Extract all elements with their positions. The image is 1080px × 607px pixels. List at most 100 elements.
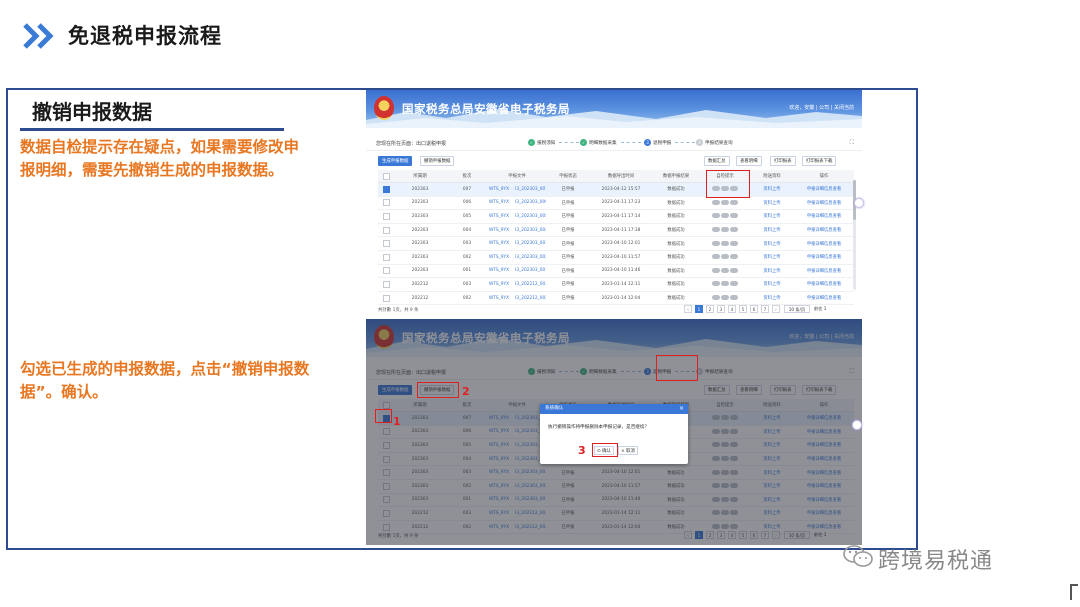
file-code[interactable]: I3_202212_003 [515, 282, 546, 287]
table-row[interactable]: 202212003WTS_9YX I3_202212_003已申报2023-01-… [378, 277, 854, 292]
row-checkbox[interactable] [382, 294, 390, 302]
table-cell: 已申报 [546, 209, 590, 224]
file-code[interactable]: I3_202303_006 [515, 200, 546, 205]
table-cell[interactable]: 申报详细信息查看 [794, 277, 854, 292]
summary-button[interactable]: 数据汇总 [704, 156, 730, 166]
section-underline [20, 128, 284, 131]
table-cell[interactable]: 申报详细信息查看 [794, 209, 854, 224]
row-checkbox[interactable] [382, 280, 390, 288]
table-row[interactable]: 202303007WTS_9YX I3_202303_007已申报2023-04-… [378, 182, 854, 197]
table-cell[interactable]: 申报详细信息查看 [794, 250, 854, 265]
table-cell[interactable]: 资料上传 [750, 182, 794, 197]
file-cell[interactable]: WTS_9YX I3_202303_003 [488, 236, 546, 251]
table-cell[interactable]: 资料上传 [750, 264, 794, 279]
annotation-number: 1 [393, 415, 401, 428]
file-cell[interactable]: WTS_9YX I3_202212_003 [488, 277, 546, 292]
file-code[interactable]: I3_202303_004 [515, 228, 546, 233]
file-name[interactable]: WTS_9YX [489, 296, 509, 301]
table-cell: 数据成功 [652, 264, 700, 279]
table-cell[interactable]: 申报详细信息查看 [794, 182, 854, 197]
step-label: 明细数据采集 [589, 140, 617, 146]
file-name[interactable]: WTS_9YX [489, 214, 509, 219]
page-button[interactable]: 7 [761, 305, 769, 313]
page-button[interactable]: 3 [717, 305, 725, 313]
table-cell: 已申报 [546, 264, 590, 279]
table-cell[interactable]: 资料上传 [750, 196, 794, 211]
table-cell[interactable]: 资料上传 [750, 223, 794, 238]
page-button[interactable]: 4 [728, 305, 736, 313]
file-code[interactable]: I3_202212_002 [515, 296, 546, 301]
view-detail-button[interactable]: 查看明细 [736, 156, 762, 166]
export-button[interactable]: 打印报表下载 [802, 156, 837, 166]
table-cell[interactable]: 资料上传 [750, 236, 794, 251]
close-icon[interactable]: × [679, 404, 684, 414]
table-cell[interactable]: 申报详细信息查看 [794, 291, 854, 306]
file-name[interactable]: WTS_9YX [489, 268, 509, 273]
table-cell[interactable]: 资料上传 [750, 277, 794, 292]
table-cell[interactable]: 资料上传 [750, 291, 794, 306]
row-checkbox[interactable] [382, 240, 390, 248]
floating-helper-icon[interactable] [854, 198, 864, 208]
revoke-button[interactable]: 撤销申报数据 [420, 156, 455, 166]
cancel-button[interactable]: × 取消 [618, 446, 638, 455]
file-name[interactable]: WTS_9YX [489, 241, 509, 246]
autocheck-pills [700, 277, 750, 292]
page-button[interactable]: 2 [706, 305, 714, 313]
file-cell[interactable]: WTS_9YX I3_202303_007 [488, 182, 546, 197]
file-cell[interactable]: WTS_9YX I3_202303_002 [488, 250, 546, 265]
page-jump[interactable]: 前往 1 [814, 306, 826, 312]
file-code[interactable]: I3_202303_005 [515, 214, 546, 219]
scrollbar[interactable] [853, 180, 856, 290]
file-cell[interactable]: WTS_9YX I3_202303_006 [488, 196, 546, 211]
file-code[interactable]: I3_202303_002 [515, 255, 546, 260]
table-cell[interactable]: 资料上传 [750, 209, 794, 224]
column-header: 操作 [794, 170, 854, 183]
file-cell[interactable]: WTS_9YX I3_202303_001 [488, 264, 546, 279]
file-name[interactable]: WTS_9YX [489, 282, 509, 287]
page-button[interactable]: 6 [750, 305, 758, 313]
page-size-select[interactable]: 10 条/页 [784, 305, 810, 313]
table-row[interactable]: 202303002WTS_9YX I3_202303_002已申报2023-04-… [378, 250, 854, 265]
file-cell[interactable]: WTS_9YX I3_202212_002 [488, 291, 546, 306]
jump-input[interactable]: 1 [824, 306, 827, 311]
table-row[interactable]: 202212002WTS_9YX I3_202212_002已申报2023-01-… [378, 291, 854, 306]
file-name[interactable]: WTS_9YX [489, 255, 509, 260]
page-button[interactable]: ‹ [684, 305, 692, 313]
file-code[interactable]: I3_202303_007 [515, 187, 546, 192]
file-cell[interactable]: WTS_9YX I3_202303_005 [488, 209, 546, 224]
generate-button[interactable]: 生成申报数据 [378, 156, 413, 166]
file-cell[interactable]: WTS_9YX I3_202303_004 [488, 223, 546, 238]
file-name[interactable]: WTS_9YX [489, 228, 509, 233]
file-code[interactable]: I3_202303_001 [515, 268, 546, 273]
fullscreen-icon[interactable]: ⛶ [850, 139, 854, 147]
table-cell[interactable]: 申报详细信息查看 [794, 236, 854, 251]
page-button[interactable]: 5 [739, 305, 747, 313]
file-code[interactable]: I3_202303_003 [515, 241, 546, 246]
table-row[interactable]: 202303006WTS_9YX I3_202303_006已申报2023-04-… [378, 196, 854, 211]
row-checkbox[interactable] [382, 212, 390, 220]
table-cell[interactable]: 申报详细信息查看 [794, 264, 854, 279]
floating-helper-icon[interactable] [852, 420, 862, 430]
table-cell[interactable]: 申报详细信息查看 [794, 223, 854, 238]
print-button[interactable]: 打印报表 [770, 156, 796, 166]
autocheck-pills [700, 223, 750, 238]
table-cell[interactable]: 申报详细信息查看 [794, 196, 854, 211]
table-row[interactable]: 202303005WTS_9YX I3_202303_005已申报2023-04-… [378, 209, 854, 224]
row-checkbox[interactable] [382, 226, 390, 234]
table-row[interactable]: 202303003WTS_9YX I3_202303_003已申报2023-04-… [378, 236, 854, 251]
file-name[interactable]: WTS_9YX [489, 187, 509, 192]
row-checkbox[interactable] [382, 185, 390, 193]
table-row[interactable]: 202303001WTS_9YX I3_202303_001已申报2023-04-… [378, 264, 854, 279]
col-select[interactable] [378, 170, 394, 183]
top-links[interactable]: 欢迎，安徽 | 公司 | 关闭当前 [789, 104, 854, 111]
row-checkbox[interactable] [382, 267, 390, 275]
jump-label: 前往 [814, 306, 823, 311]
page-button[interactable]: › [772, 305, 780, 313]
file-name[interactable]: WTS_9YX [489, 200, 509, 205]
row-checkbox[interactable] [382, 199, 390, 207]
close-icon: × [621, 449, 625, 454]
table-cell[interactable]: 资料上传 [750, 250, 794, 265]
page-button[interactable]: 1 [695, 305, 703, 313]
row-checkbox[interactable] [382, 253, 390, 261]
table-row[interactable]: 202303004WTS_9YX I3_202303_004已申报2023-04-… [378, 223, 854, 238]
